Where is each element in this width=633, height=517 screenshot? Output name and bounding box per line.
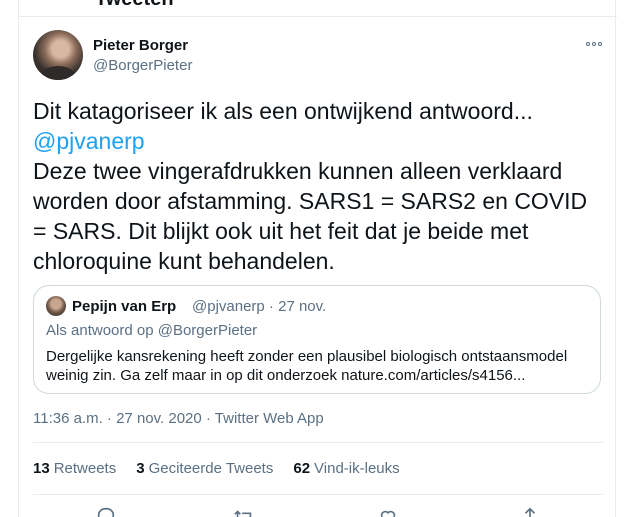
divider: [33, 494, 603, 495]
more-dot: [598, 42, 602, 46]
reply-icon[interactable]: [95, 506, 117, 517]
divider: [33, 442, 603, 443]
quoted-author-name: Pepijn van Erp: [72, 298, 177, 315]
retweets-label: Retweets: [53, 460, 117, 477]
quoted-tweet-card[interactable]: Pepijn van Erp @pjvanerp · 27 nov. Als a…: [33, 285, 601, 394]
quoted-author-meta: @pjvanerp · 27 nov.: [192, 298, 327, 315]
retweet-icon[interactable]: [233, 506, 255, 517]
mention-link[interactable]: @pjvanerp: [33, 126, 603, 156]
author-name[interactable]: Pieter Borger: [93, 37, 188, 54]
retweets-stat[interactable]: 13 Retweets: [33, 460, 116, 477]
quotes-label: Geciteerde Tweets: [148, 460, 274, 477]
page-header: Tweeten: [19, 0, 617, 17]
tweet-text-line1: Dit katagoriseer ik als een ontwijkend a…: [33, 98, 533, 124]
more-dot: [592, 42, 596, 46]
avatar-shoulder: [41, 66, 75, 80]
quoted-author-avatar: [46, 296, 66, 316]
retweets-count: 13: [33, 460, 50, 477]
engagement-stats: 13 Retweets 3 Geciteerde Tweets 62 Vind-ik-…: [33, 460, 400, 477]
more-horizontal-icon[interactable]: [582, 36, 606, 52]
tweet-timestamp[interactable]: 11:36 a.m. · 27 nov. 2020 · Twitter Web …: [33, 410, 324, 427]
tweet-detail-panel: Tweeten Pieter Borger @BorgerPieter Dit …: [18, 0, 617, 517]
likes-label: Vind-ik-leuks: [314, 460, 400, 477]
likes-stat[interactable]: 62 Vind-ik-leuks: [293, 460, 399, 477]
quotes-count: 3: [136, 460, 145, 477]
more-dot: [586, 42, 590, 46]
tweet-text-body: Deze twee vingerafdrukken kunnen alleen …: [33, 158, 588, 274]
likes-count: 62: [293, 460, 311, 477]
tweet-text: Dit katagoriseer ik als een ontwijkend a…: [33, 96, 603, 276]
quoted-tweet-text: Dergelijke kansrekening heeft zonder een…: [46, 348, 568, 384]
heart-icon[interactable]: [377, 506, 399, 517]
quotes-stat[interactable]: 3 Geciteerde Tweets: [136, 460, 273, 477]
page-title: Tweeten: [95, 0, 174, 11]
author-avatar[interactable]: [33, 30, 83, 80]
author-handle[interactable]: @BorgerPieter: [93, 57, 192, 74]
quoted-reply-context: Als antwoord op @BorgerPieter: [46, 322, 258, 339]
share-icon[interactable]: [519, 506, 541, 517]
